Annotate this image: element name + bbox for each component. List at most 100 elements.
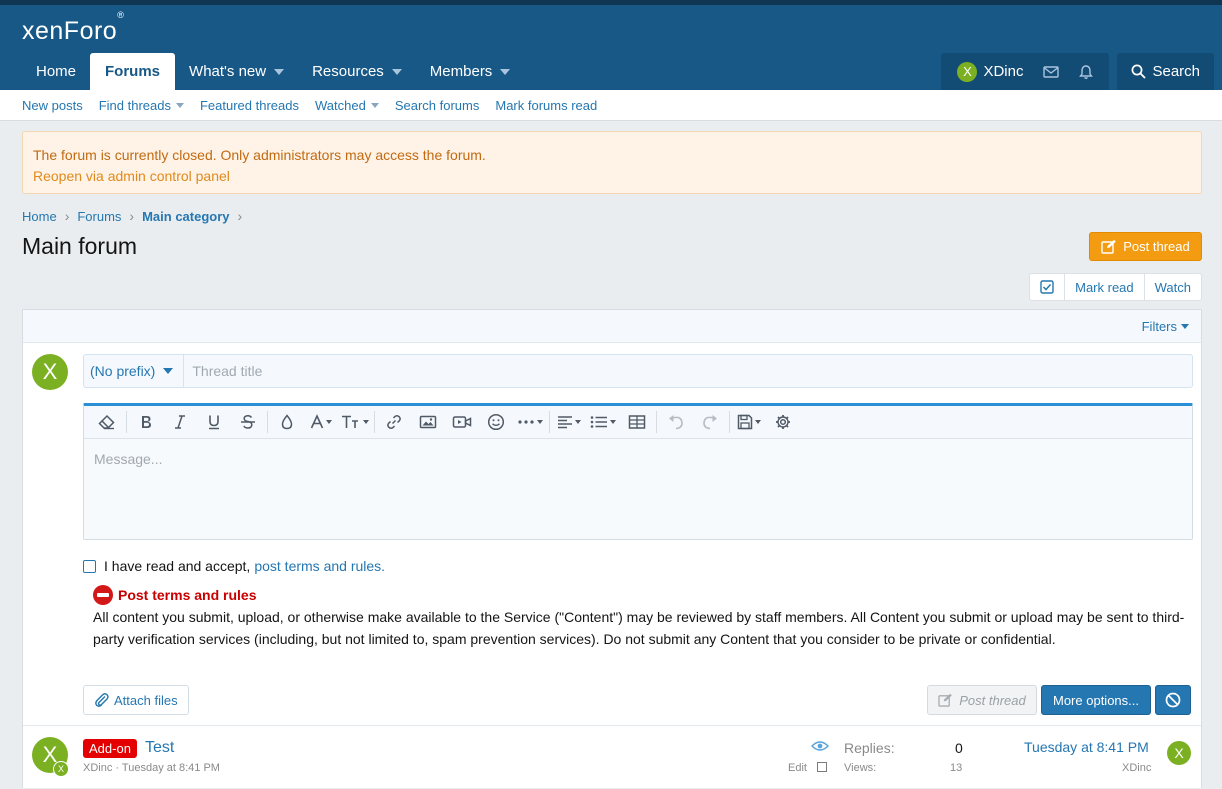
replies-count: 0 <box>955 740 963 756</box>
chevron-down-icon <box>163 368 174 374</box>
subnav-watched[interactable]: Watched <box>315 98 379 113</box>
paperclip-icon <box>95 693 109 707</box>
post-thread-submit-button[interactable]: Post thread <box>927 685 1037 715</box>
subnav-featured-threads[interactable]: Featured threads <box>200 98 299 113</box>
filters-button[interactable]: Filters <box>1142 319 1177 334</box>
avatar: X <box>32 354 68 390</box>
edit-link[interactable]: Edit <box>788 762 807 774</box>
table-icon[interactable] <box>620 406 654 439</box>
font-size-icon[interactable] <box>338 406 372 439</box>
cancel-button[interactable] <box>1155 685 1191 715</box>
last-poster-avatar[interactable]: X <box>1167 741 1191 765</box>
nav-tab-resources[interactable]: Resources <box>298 53 416 90</box>
edit-icon <box>1101 239 1117 254</box>
message-editor <box>83 403 1193 540</box>
account-button[interactable]: X XDinc <box>947 53 1033 90</box>
edit-icon <box>938 693 953 707</box>
image-icon[interactable] <box>411 406 445 439</box>
subnav-new-posts[interactable]: New posts <box>22 98 83 113</box>
breadcrumb-home[interactable]: Home <box>22 209 57 224</box>
prefix-select[interactable]: (No prefix) <box>84 355 185 387</box>
last-post-user[interactable]: XDinc <box>1122 762 1151 774</box>
chevron-down-icon[interactable] <box>1181 323 1189 329</box>
chevron-right-icon: › <box>129 208 135 224</box>
page-title: Main forum <box>22 233 138 259</box>
toolbar-divider <box>549 411 550 433</box>
list-icon[interactable] <box>586 406 620 439</box>
subnav-mark-forums-read[interactable]: Mark forums read <box>495 98 597 113</box>
alerts-button[interactable] <box>1069 53 1103 90</box>
filter-bar: Filters <box>23 310 1201 343</box>
cancel-icon <box>1165 692 1181 708</box>
editor-toolbar <box>84 406 1192 439</box>
nav-tab-whats-new[interactable]: What's new <box>175 53 298 90</box>
redo-icon[interactable] <box>693 406 727 439</box>
submit-row: Post thread More options... <box>927 685 1191 715</box>
watch-button[interactable]: Watch <box>1143 274 1201 300</box>
post-terms-link[interactable]: post terms and rules. <box>254 558 385 574</box>
nav-tab-members[interactable]: Members <box>416 53 525 90</box>
username: XDinc <box>983 63 1024 80</box>
reopen-link[interactable]: Reopen via admin control panel <box>33 166 1191 187</box>
smilie-icon[interactable] <box>479 406 513 439</box>
breadcrumb-category[interactable]: Main category <box>142 209 229 224</box>
subnav-find-threads[interactable]: Find threads <box>99 98 184 113</box>
thread-select-checkbox[interactable] <box>817 762 827 772</box>
last-poster-mini-avatar[interactable]: X <box>53 761 69 777</box>
breadcrumb-forums[interactable]: Forums <box>77 209 121 224</box>
breadcrumb: Home › Forums › Main category › <box>22 208 242 224</box>
chevron-down-icon[interactable] <box>370 102 379 108</box>
user-box: X XDinc <box>941 53 1110 90</box>
toolbar-divider <box>126 411 127 433</box>
toolbar-divider <box>729 411 730 433</box>
thread-title-row: (No prefix) <box>83 354 1193 388</box>
inbox-button[interactable] <box>1033 53 1069 90</box>
thread-row: X X Add-on Test XDinc · Tuesday at 8:41 … <box>23 726 1201 789</box>
forum-actions: Mark read Watch <box>1029 273 1202 301</box>
chevron-right-icon: › <box>64 208 70 224</box>
sub-nav: New posts Find threads Featured threads … <box>0 90 1222 121</box>
align-icon[interactable] <box>552 406 586 439</box>
thread-title-input[interactable] <box>184 355 1192 387</box>
italic-icon[interactable] <box>163 406 197 439</box>
attach-files-button[interactable]: Attach files <box>83 685 189 715</box>
settings-icon[interactable] <box>766 406 800 439</box>
forum-closed-notice: The forum is currently closed. Only admi… <box>22 131 1202 194</box>
toolbar-divider <box>374 411 375 433</box>
undo-icon[interactable] <box>659 406 693 439</box>
chevron-down-icon[interactable] <box>175 102 184 108</box>
last-post-date[interactable]: Tuesday at 8:41 PM <box>1024 739 1149 755</box>
message-input[interactable] <box>94 451 1182 527</box>
thread-prefix-label[interactable]: Add-on <box>83 739 137 758</box>
nav-tab-forums[interactable]: Forums <box>90 53 176 90</box>
no-entry-icon <box>93 585 113 605</box>
font-family-icon[interactable] <box>304 406 338 439</box>
strikethrough-icon[interactable] <box>231 406 265 439</box>
chevron-right-icon: › <box>237 208 243 224</box>
chevron-down-icon[interactable] <box>500 68 511 75</box>
chevron-down-icon[interactable] <box>274 68 285 75</box>
more-options-button[interactable]: More options... <box>1041 685 1151 715</box>
more-options-icon[interactable] <box>513 406 547 439</box>
bold-icon[interactable] <box>129 406 163 439</box>
underline-icon[interactable] <box>197 406 231 439</box>
terms-body: All content you submit, upload, or other… <box>93 609 1185 647</box>
drafts-icon[interactable] <box>732 406 766 439</box>
subnav-search-forums[interactable]: Search forums <box>395 98 480 113</box>
site-logo[interactable]: xenForo® <box>22 10 124 46</box>
thread-title-link[interactable]: Test <box>145 739 174 757</box>
accept-terms-checkbox[interactable] <box>83 559 96 573</box>
mark-read-button[interactable]: Mark read <box>1064 274 1144 300</box>
link-icon[interactable] <box>377 406 411 439</box>
post-thread-button[interactable]: Post thread <box>1089 232 1202 261</box>
eraser-icon[interactable] <box>90 406 124 439</box>
media-icon[interactable] <box>445 406 479 439</box>
search-button[interactable]: Search <box>1117 53 1214 90</box>
eye-icon <box>811 741 829 751</box>
nav-tab-home[interactable]: Home <box>22 53 90 90</box>
select-threads-button[interactable] <box>1030 274 1064 300</box>
inbox-icon <box>1043 65 1060 78</box>
chevron-down-icon[interactable] <box>391 68 402 75</box>
text-color-icon[interactable] <box>270 406 304 439</box>
views-label: Views: <box>844 762 877 774</box>
